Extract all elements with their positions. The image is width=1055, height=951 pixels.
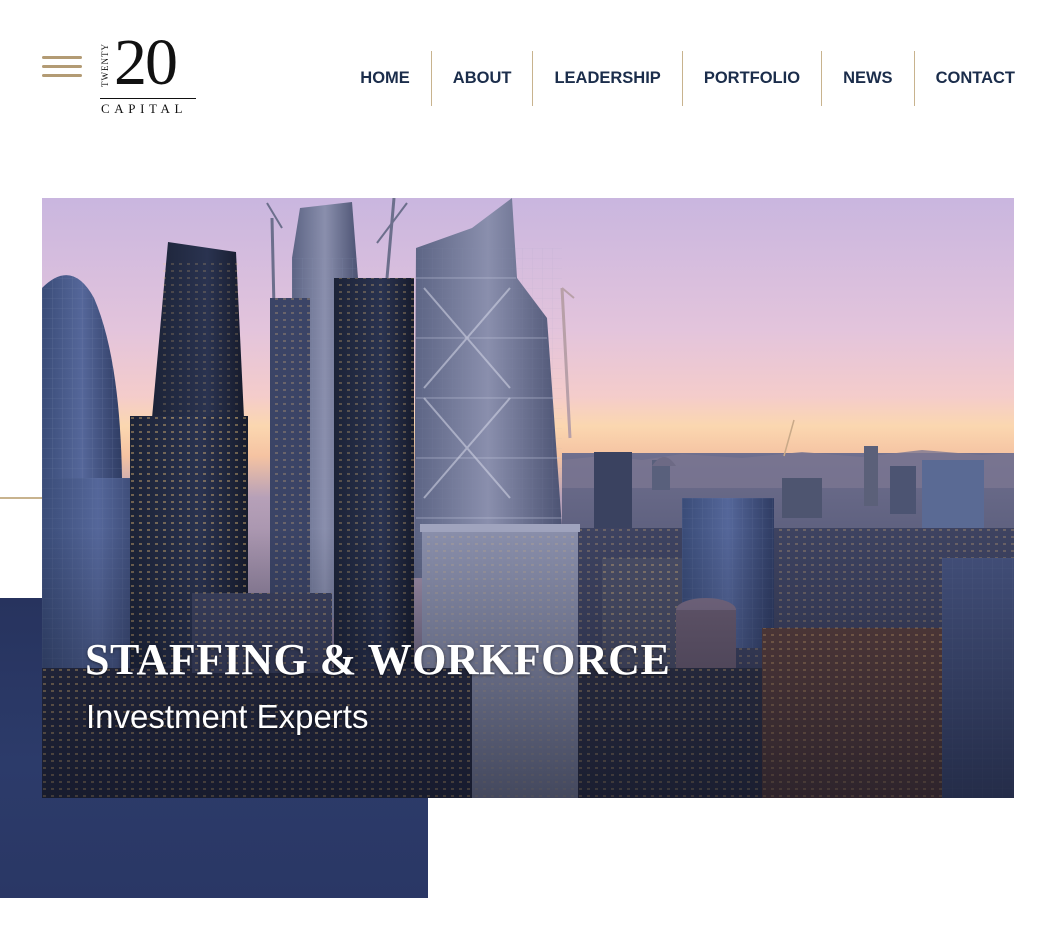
nav-item-about[interactable]: ABOUT — [430, 51, 533, 106]
menu-bar — [42, 74, 82, 77]
decorative-gold-line — [0, 497, 44, 499]
hero-banner: STAFFING & WORKFORCE Investment Experts — [42, 198, 1014, 798]
logo-small-text: TWENTY — [100, 43, 110, 87]
nav-item-home[interactable]: HOME — [360, 51, 431, 106]
logo[interactable]: TWENTY 20 CAPITAL — [100, 30, 200, 118]
nav-item-portfolio[interactable]: PORTFOLIO — [681, 51, 821, 106]
menu-bar — [42, 56, 82, 59]
hamburger-menu-icon[interactable] — [42, 56, 82, 78]
logo-number: 20 — [114, 26, 178, 99]
menu-bar — [42, 65, 82, 68]
hero-subtitle: Investment Experts — [86, 698, 369, 735]
nav-item-news[interactable]: NEWS — [821, 51, 914, 106]
logo-divider — [100, 98, 196, 99]
nav-item-contact[interactable]: CONTACT — [913, 51, 1015, 106]
main-nav: HOME ABOUT LEADERSHIP PORTFOLIO NEWS CON… — [360, 51, 1015, 106]
hero-title: STAFFING & WORKFORCE — [85, 635, 671, 684]
nav-item-leadership[interactable]: LEADERSHIP — [532, 51, 681, 106]
logo-caption: CAPITAL — [101, 101, 188, 116]
